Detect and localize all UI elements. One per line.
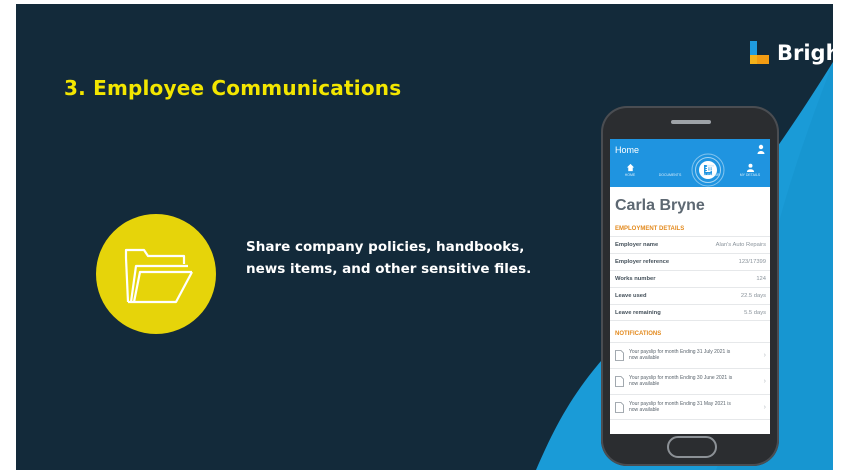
- document-icon: [615, 376, 624, 387]
- detail-row-employer-name: Employer name Alan's Auto Repairs: [610, 236, 770, 253]
- feature-description: Share company policies, handbooks, news …: [246, 236, 576, 280]
- app-tab-bar: HOME DOCUMENTS CALENDAR MY DETAILS: [610, 153, 770, 187]
- detail-row-leave-used: Leave used 22.5 days: [610, 287, 770, 304]
- tab-my-details[interactable]: MY DETAILS: [730, 163, 770, 178]
- phone-screen: Home HOME DOCUMENTS CALENDAR MY DETAILS …: [610, 139, 770, 434]
- detail-value: 5.5 days: [744, 310, 766, 316]
- notification-text: Your payslip for month Ending 31 July 20…: [629, 349, 731, 361]
- bright-logo-icon: [750, 41, 769, 64]
- chevron-right-icon: ›: [763, 378, 766, 385]
- detail-value: 123/17399: [738, 259, 766, 265]
- tab-calendar[interactable]: CALENDAR: [690, 163, 730, 178]
- detail-row-employer-reference: Employer reference 123/17399: [610, 253, 770, 270]
- chevron-right-icon: ›: [763, 352, 766, 359]
- app-header-title: Home: [615, 145, 640, 155]
- folder-icon: [124, 248, 193, 304]
- tab-my-details-label: MY DETAILS: [739, 173, 761, 177]
- detail-value: 124: [756, 276, 766, 282]
- tab-documents-label: DOCUMENTS: [658, 173, 682, 177]
- tab-home[interactable]: HOME: [610, 163, 650, 178]
- detail-label: Works number: [615, 276, 656, 282]
- phone-speaker: [671, 120, 711, 124]
- description-line-1: Share company policies, handbooks,: [246, 239, 525, 255]
- detail-label: Leave remaining: [615, 310, 661, 316]
- tab-home-label: HOME: [624, 173, 636, 177]
- notification-text: Your payslip for month Ending 30 June 20…: [629, 375, 733, 387]
- calendar-icon: [706, 164, 714, 172]
- notification-item[interactable]: Your payslip for month Ending 30 June 20…: [610, 368, 770, 394]
- document-icon: [615, 402, 624, 413]
- detail-row-leave-remaining: Leave remaining 5.5 days: [610, 304, 770, 321]
- notifications-header: NOTIFICATIONS: [615, 331, 662, 337]
- detail-label: Employer name: [615, 242, 659, 248]
- user-icon: [746, 163, 754, 172]
- home-icon: [626, 163, 634, 172]
- employment-details-header: EMPLOYMENT DETAILS: [615, 226, 685, 232]
- detail-label: Employer reference: [615, 259, 670, 265]
- detail-row-works-number: Works number 124: [610, 270, 770, 287]
- folder-badge: [96, 214, 216, 334]
- detail-value: Alan's Auto Repairs: [715, 242, 766, 248]
- slide: 3. Employee Communications Bright Share …: [16, 4, 833, 470]
- brand-logo: Bright: [749, 38, 833, 68]
- notification-item[interactable]: Your payslip for month Ending 31 May 202…: [610, 394, 770, 420]
- description-line-2: news items, and other sensitive files.: [246, 261, 532, 277]
- tab-calendar-label: CALENDAR: [700, 173, 720, 177]
- brand-name: Bright: [777, 40, 833, 65]
- phone-mockup: Home HOME DOCUMENTS CALENDAR MY DETAILS …: [601, 106, 779, 466]
- employee-name: Carla Bryne: [615, 197, 705, 214]
- notification-text: Your payslip for month Ending 31 May 202…: [629, 401, 731, 413]
- chevron-right-icon: ›: [763, 404, 766, 411]
- app-header: Home HOME DOCUMENTS CALENDAR MY DETAILS: [610, 139, 770, 187]
- user-icon[interactable]: [757, 144, 765, 154]
- phone-home-button[interactable]: [667, 436, 717, 458]
- tab-documents[interactable]: DOCUMENTS: [650, 153, 725, 187]
- detail-value: 22.5 days: [740, 293, 766, 299]
- notification-item[interactable]: Your payslip for month Ending 31 July 20…: [610, 342, 770, 368]
- slide-title: 3. Employee Communications: [64, 76, 402, 100]
- detail-label: Leave used: [615, 293, 647, 299]
- document-icon: [615, 350, 624, 361]
